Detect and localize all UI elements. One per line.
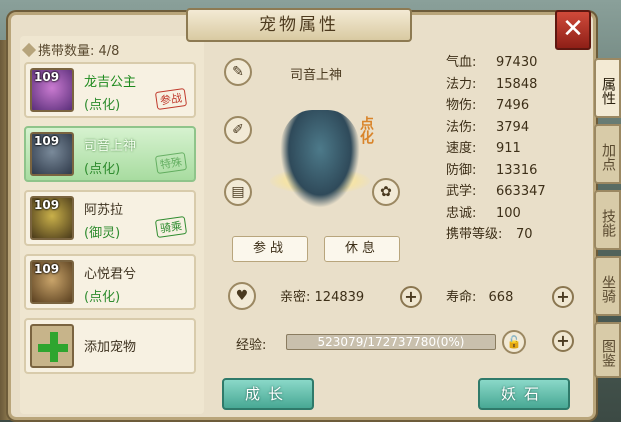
stat-row: 携带等级: 70 <box>446 224 596 246</box>
tab-mount[interactable]: 坐骑 <box>594 256 621 316</box>
stat-value: 7496 <box>496 98 530 113</box>
pet-level: 109 <box>34 70 60 84</box>
stat-row: 物伤: 7496 <box>446 95 596 117</box>
battle-button[interactable]: 参战 <box>232 236 308 262</box>
stat-value: 15848 <box>496 76 538 92</box>
pet-status: (点化) <box>84 290 121 305</box>
demon-stone-button[interactable]: 妖石 <box>478 378 570 410</box>
tab-codex[interactable]: 图鉴 <box>594 322 621 378</box>
pet-card[interactable]: 109 心悦君兮 (点化) <box>24 254 196 310</box>
stat-value: 911 <box>496 141 521 156</box>
heartbeat-icon: ♥ <box>228 282 256 310</box>
intimacy-row: 亲密: 124839 <box>280 286 364 305</box>
stat-value: 70 <box>516 227 533 242</box>
lifespan-plus-button[interactable]: + <box>552 286 574 308</box>
stat-value: 13316 <box>496 162 538 178</box>
pet-model <box>280 110 360 208</box>
tab-attributes[interactable]: 属性 <box>594 58 621 118</box>
stat-row: 速度: 911 <box>446 138 596 160</box>
stat-label: 法力: <box>446 76 477 92</box>
intimacy-value: 124839 <box>314 290 365 305</box>
stat-value: 3794 <box>496 119 530 135</box>
stat-label: 忠诚: <box>446 205 477 221</box>
stat-row: 防御: 13316 <box>446 160 596 182</box>
paw-icon[interactable]: ✿ <box>372 178 400 206</box>
stat-value: 100 <box>496 205 521 221</box>
intimacy-label: 亲密: <box>280 290 311 305</box>
stat-row: 忠诚: 100 <box>446 203 596 225</box>
stat-row: 法伤: 3794 <box>446 117 596 139</box>
stat-label: 气血: <box>446 55 477 70</box>
pet-level: 109 <box>34 198 60 212</box>
pet-status: (点化) <box>84 162 121 177</box>
pet-portrait: 109 <box>30 196 74 240</box>
stat-label: 物伤: <box>446 98 477 113</box>
pet-status: (御灵) <box>84 226 121 241</box>
exp-label: 经验: <box>236 338 267 353</box>
tab-add-points[interactable]: 加点 <box>594 124 621 184</box>
enlightened-badge: 点化 <box>358 116 374 144</box>
pet-name: 阿苏拉 <box>84 203 124 218</box>
rename-pencil-icon[interactable]: ✎ <box>224 58 252 86</box>
grow-button[interactable]: 成长 <box>222 378 314 410</box>
pet-tag-stamp: 参战 <box>154 87 188 111</box>
stat-label: 携带等级: <box>446 227 503 242</box>
selected-pet-name: 司音上神 <box>290 68 343 83</box>
stat-row: 武学: 663347 <box>446 181 596 203</box>
panel-title: 宠物属性 <box>186 8 412 42</box>
stat-value: 663347 <box>496 184 546 199</box>
carry-count: 携带数量: 4/8 <box>21 40 120 59</box>
pet-level: 109 <box>34 262 60 276</box>
intimacy-plus-button[interactable]: + <box>400 286 422 308</box>
add-pet-card[interactable]: 添加宠物 <box>24 318 196 374</box>
stat-label: 法伤: <box>446 119 477 135</box>
stat-value: 97430 <box>496 55 538 70</box>
pet-level: 109 <box>34 134 60 148</box>
exp-bar: 523079/172737780(0%) <box>286 334 496 350</box>
plus-icon <box>30 324 74 368</box>
pet-name: 龙吉公主 <box>84 75 137 90</box>
stats-list: 气血: 97430 法力: 15848 物伤: 7496 法伤: 3794 速度: 911… <box>446 52 596 246</box>
pet-card[interactable]: 109 阿苏拉 (御灵) 骑乘 <box>24 190 196 246</box>
lock-icon[interactable]: 🔓 <box>502 330 526 354</box>
pet-tag-stamp: 特殊 <box>154 151 188 174</box>
rest-button[interactable]: 休息 <box>324 236 400 262</box>
pet-portrait: 109 <box>30 132 74 176</box>
tab-skills[interactable]: 技能 <box>594 190 621 250</box>
add-pet-label: 添加宠物 <box>84 340 137 355</box>
exp-plus-button[interactable]: + <box>552 330 574 352</box>
pet-card[interactable]: 109 龙吉公主 (点化) 参战 <box>24 62 196 118</box>
lifespan-label: 寿命: <box>446 290 477 305</box>
pet-tag-stamp: 骑乘 <box>154 215 188 238</box>
pet-status: (点化) <box>84 98 121 113</box>
pet-portrait: 109 <box>30 260 74 304</box>
stat-label: 武学: <box>446 184 477 199</box>
stat-row: 法力: 15848 <box>446 74 596 96</box>
diamond-icon <box>21 42 37 58</box>
trash-icon[interactable]: ▤ <box>224 178 252 206</box>
edit-icon[interactable]: ✐ <box>224 116 252 144</box>
lifespan-value: 668 <box>488 290 514 305</box>
exp-value: 523079/172737780(0%) <box>317 335 465 349</box>
pet-card-selected[interactable]: 109 司音上神 (点化) 特殊 <box>24 126 196 182</box>
lifespan-row: 寿命: 668 <box>446 286 513 305</box>
stat-row: 气血: 97430 <box>446 52 596 74</box>
pet-portrait: 109 <box>30 68 74 112</box>
pet-name: 心悦君兮 <box>84 267 137 282</box>
stat-label: 速度: <box>446 141 477 156</box>
close-button[interactable]: ✕ <box>555 10 591 50</box>
carry-count-text: 携带数量: 4/8 <box>38 44 120 59</box>
pet-name: 司音上神 <box>84 139 137 154</box>
stat-label: 防御: <box>446 162 477 178</box>
